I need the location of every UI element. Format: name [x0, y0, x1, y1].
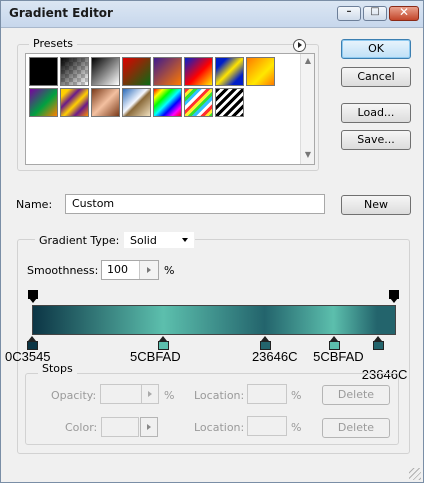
color-stop[interactable] — [329, 336, 341, 350]
opacity-stop-left[interactable] — [28, 290, 38, 303]
close-button[interactable]: ✕ — [389, 5, 419, 21]
preset-swatch[interactable] — [91, 57, 120, 86]
color-stop-label: 5CBFAD — [313, 349, 364, 364]
preset-swatch[interactable] — [246, 57, 275, 86]
opacity-delete-button[interactable]: Delete — [322, 385, 390, 405]
preset-swatch[interactable] — [215, 88, 244, 117]
scroll-up-icon[interactable]: ▲ — [301, 56, 315, 65]
preset-swatch[interactable] — [122, 57, 151, 86]
gradient-type-select[interactable]: Solid — [123, 231, 195, 249]
color-location-label: Location: — [194, 421, 245, 434]
preset-swatch[interactable] — [91, 88, 120, 117]
preset-swatch[interactable] — [60, 88, 89, 117]
color-menu-arrow-icon — [147, 424, 151, 430]
preset-swatch[interactable] — [153, 88, 182, 117]
gradient-editor-window: Gradient Editor – □ ✕ Presets ▲ ▼ OK Can… — [0, 0, 424, 483]
presets-list — [25, 53, 315, 165]
preset-swatch[interactable] — [60, 57, 89, 86]
dropdown-arrow-icon — [182, 238, 188, 242]
opacity-stepper[interactable] — [141, 385, 158, 403]
preset-swatch[interactable] — [215, 57, 244, 86]
name-field[interactable]: Custom — [65, 194, 325, 214]
gradient-type-label: Gradient Type: — [35, 234, 124, 247]
minimize-icon: – — [346, 6, 352, 17]
smoothness-label: Smoothness: — [27, 264, 99, 277]
color-stop[interactable] — [259, 336, 271, 350]
title-bar: Gradient Editor – □ ✕ — [1, 1, 423, 28]
stepper-arrow-icon — [148, 391, 152, 397]
gradient-preview-bar[interactable] — [32, 305, 396, 335]
opacity-stop-right[interactable] — [389, 290, 399, 303]
color-stop[interactable] — [158, 336, 170, 350]
color-stop-label: 5CBFAD — [130, 349, 181, 364]
scroll-down-icon[interactable]: ▼ — [301, 150, 315, 159]
presets-menu-icon[interactable] — [293, 39, 306, 52]
opacity-label: Opacity: — [51, 389, 97, 402]
opacity-location-label: Location: — [194, 389, 245, 402]
color-stop-label: 23646C — [251, 349, 298, 364]
opacity-location-unit: % — [291, 389, 302, 402]
ok-button[interactable]: OK — [341, 39, 411, 59]
color-delete-button[interactable]: Delete — [322, 418, 390, 438]
new-button[interactable]: New — [341, 195, 411, 215]
name-label: Name: — [16, 198, 53, 211]
color-label: Color: — [65, 421, 98, 434]
load-button[interactable]: Load... — [341, 103, 411, 123]
window-title: Gradient Editor — [9, 6, 113, 20]
gradient-type-value: Solid — [130, 234, 157, 247]
preset-swatch[interactable] — [122, 88, 151, 117]
cancel-button[interactable]: Cancel — [341, 67, 411, 87]
presets-scrollbar[interactable]: ▲ ▼ — [300, 54, 314, 164]
color-stop[interactable] — [372, 336, 384, 350]
maximize-button[interactable]: □ — [363, 6, 387, 21]
close-icon: ✕ — [398, 5, 410, 19]
stepper-arrow-icon — [147, 267, 151, 273]
color-location-unit: % — [291, 421, 302, 434]
save-button[interactable]: Save... — [341, 130, 411, 150]
smoothness-stepper[interactable] — [139, 261, 158, 279]
stops-label: Stops — [38, 362, 77, 375]
preset-swatch[interactable] — [29, 88, 58, 117]
resize-grip-icon[interactable] — [409, 468, 421, 480]
preset-swatch[interactable] — [29, 57, 58, 86]
presets-label: Presets — [29, 37, 78, 50]
color-menu-button[interactable] — [140, 417, 158, 437]
color-location-field[interactable] — [247, 416, 287, 436]
opacity-location-field[interactable] — [247, 384, 287, 404]
smoothness-unit: % — [164, 264, 175, 277]
color-swatch-field[interactable] — [101, 417, 139, 437]
minimize-button[interactable]: – — [337, 6, 361, 21]
color-stop[interactable] — [27, 336, 38, 350]
opacity-unit: % — [164, 389, 175, 402]
preset-swatch[interactable] — [184, 57, 213, 86]
preset-swatch[interactable] — [153, 57, 182, 86]
maximize-icon: □ — [370, 6, 380, 17]
preset-swatch[interactable] — [184, 88, 213, 117]
